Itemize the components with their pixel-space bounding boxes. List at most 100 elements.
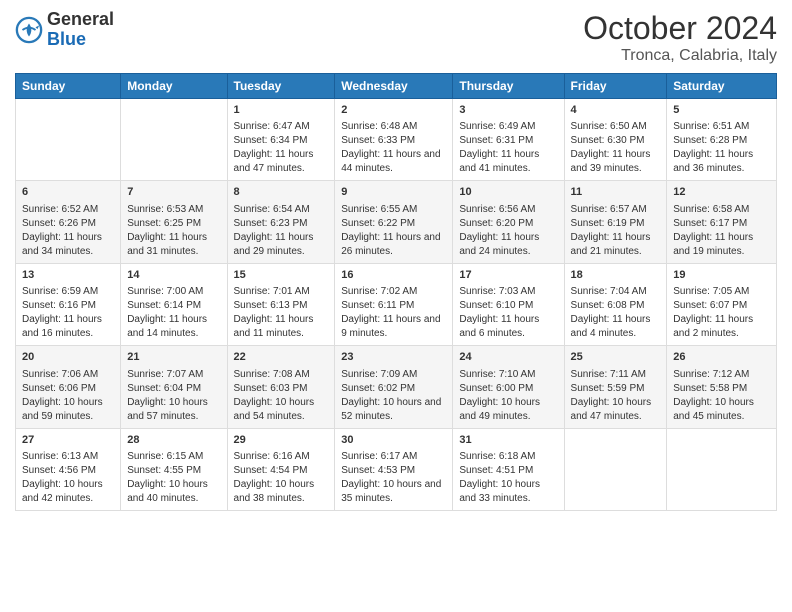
day-number: 30 xyxy=(341,433,446,448)
day-info: Sunrise: 7:04 AM Sunset: 6:08 PM Dayligh… xyxy=(571,285,661,341)
logo: General Blue xyxy=(15,10,114,50)
calendar-cell: 16 Sunrise: 7:02 AM Sunset: 6:11 PM Dayli… xyxy=(335,263,453,345)
day-number: 31 xyxy=(459,433,557,448)
calendar-cell: 22 Sunrise: 7:08 AM Sunset: 6:03 PM Dayli… xyxy=(227,346,335,428)
calendar-cell: 23 Sunrise: 7:09 AM Sunset: 6:02 PM Dayli… xyxy=(335,346,453,428)
calendar-cell: 18 Sunrise: 7:04 AM Sunset: 6:08 PM Dayli… xyxy=(564,263,667,345)
day-number: 1 xyxy=(234,103,329,118)
calendar-cell: 10 Sunrise: 6:56 AM Sunset: 6:20 PM Dayli… xyxy=(453,181,564,263)
logo-text: General Blue xyxy=(47,10,114,50)
day-info: Sunrise: 7:10 AM Sunset: 6:00 PM Dayligh… xyxy=(459,368,557,424)
calendar-table: Sunday Monday Tuesday Wednesday Thursday… xyxy=(15,73,777,511)
day-info: Sunrise: 6:51 AM Sunset: 6:28 PM Dayligh… xyxy=(673,120,770,176)
th-thursday: Thursday xyxy=(453,74,564,99)
day-number: 6 xyxy=(22,185,114,200)
day-number: 14 xyxy=(127,268,220,283)
day-info: Sunrise: 6:13 AM Sunset: 4:56 PM Dayligh… xyxy=(22,450,114,506)
day-number: 3 xyxy=(459,103,557,118)
day-number: 26 xyxy=(673,350,770,365)
day-info: Sunrise: 7:08 AM Sunset: 6:03 PM Dayligh… xyxy=(234,368,329,424)
calendar-cell: 1Sunrise: 6:47 AM Sunset: 6:34 PM Daylig… xyxy=(227,99,335,181)
day-info: Sunrise: 6:17 AM Sunset: 4:53 PM Dayligh… xyxy=(341,450,446,506)
day-number: 28 xyxy=(127,433,220,448)
calendar-cell: 31Sunrise: 6:18 AM Sunset: 4:51 PM Dayli… xyxy=(453,428,564,510)
day-info: Sunrise: 6:50 AM Sunset: 6:30 PM Dayligh… xyxy=(571,120,661,176)
day-number: 17 xyxy=(459,268,557,283)
calendar-cell: 28 Sunrise: 6:15 AM Sunset: 4:55 PM Dayli… xyxy=(121,428,227,510)
logo-icon xyxy=(15,16,43,44)
day-info: Sunrise: 6:59 AM Sunset: 6:16 PM Dayligh… xyxy=(22,285,114,341)
day-number: 21 xyxy=(127,350,220,365)
calendar-cell: 7Sunrise: 6:53 AM Sunset: 6:25 PM Daylig… xyxy=(121,181,227,263)
day-info: Sunrise: 6:52 AM Sunset: 6:26 PM Dayligh… xyxy=(22,203,114,259)
calendar-cell: 19 Sunrise: 7:05 AM Sunset: 6:07 PM Dayli… xyxy=(667,263,777,345)
day-number: 13 xyxy=(22,268,114,283)
calendar-cell: 14Sunrise: 7:00 AM Sunset: 6:14 PM Dayli… xyxy=(121,263,227,345)
day-info: Sunrise: 6:56 AM Sunset: 6:20 PM Dayligh… xyxy=(459,203,557,259)
calendar-cell: 21 Sunrise: 7:07 AM Sunset: 6:04 PM Dayli… xyxy=(121,346,227,428)
calendar-cell xyxy=(16,99,121,181)
calendar-cell: 6 Sunrise: 6:52 AM Sunset: 6:26 PM Daylig… xyxy=(16,181,121,263)
logo-blue: Blue xyxy=(47,30,114,50)
calendar-cell: 4 Sunrise: 6:50 AM Sunset: 6:30 PM Daylig… xyxy=(564,99,667,181)
calendar-cell: 27 Sunrise: 6:13 AM Sunset: 4:56 PM Dayli… xyxy=(16,428,121,510)
day-info: Sunrise: 7:11 AM Sunset: 5:59 PM Dayligh… xyxy=(571,368,661,424)
calendar-cell: 24 Sunrise: 7:10 AM Sunset: 6:00 PM Dayli… xyxy=(453,346,564,428)
day-number: 25 xyxy=(571,350,661,365)
calendar-cell: 2Sunrise: 6:48 AM Sunset: 6:33 PM Daylig… xyxy=(335,99,453,181)
week-row-5: 27 Sunrise: 6:13 AM Sunset: 4:56 PM Dayli… xyxy=(16,428,777,510)
day-number: 27 xyxy=(22,433,114,448)
header: General Blue October 2024 Tronca, Calabr… xyxy=(15,10,777,65)
th-monday: Monday xyxy=(121,74,227,99)
th-tuesday: Tuesday xyxy=(227,74,335,99)
day-info: Sunrise: 6:57 AM Sunset: 6:19 PM Dayligh… xyxy=(571,203,661,259)
day-number: 4 xyxy=(571,103,661,118)
week-row-1: 1Sunrise: 6:47 AM Sunset: 6:34 PM Daylig… xyxy=(16,99,777,181)
calendar-title: October 2024 xyxy=(583,10,777,47)
day-number: 23 xyxy=(341,350,446,365)
day-info: Sunrise: 6:54 AM Sunset: 6:23 PM Dayligh… xyxy=(234,203,329,259)
day-info: Sunrise: 7:06 AM Sunset: 6:06 PM Dayligh… xyxy=(22,368,114,424)
th-friday: Friday xyxy=(564,74,667,99)
day-info: Sunrise: 7:09 AM Sunset: 6:02 PM Dayligh… xyxy=(341,368,446,424)
day-info: Sunrise: 6:48 AM Sunset: 6:33 PM Dayligh… xyxy=(341,120,446,176)
day-number: 9 xyxy=(341,185,446,200)
day-number: 16 xyxy=(341,268,446,283)
day-info: Sunrise: 6:15 AM Sunset: 4:55 PM Dayligh… xyxy=(127,450,220,506)
calendar-cell: 5Sunrise: 6:51 AM Sunset: 6:28 PM Daylig… xyxy=(667,99,777,181)
calendar-cell: 20 Sunrise: 7:06 AM Sunset: 6:06 PM Dayli… xyxy=(16,346,121,428)
day-info: Sunrise: 6:16 AM Sunset: 4:54 PM Dayligh… xyxy=(234,450,329,506)
day-info: Sunrise: 6:58 AM Sunset: 6:17 PM Dayligh… xyxy=(673,203,770,259)
day-number: 20 xyxy=(22,350,114,365)
day-number: 22 xyxy=(234,350,329,365)
day-info: Sunrise: 7:07 AM Sunset: 6:04 PM Dayligh… xyxy=(127,368,220,424)
calendar-cell: 29Sunrise: 6:16 AM Sunset: 4:54 PM Dayli… xyxy=(227,428,335,510)
calendar-cell xyxy=(121,99,227,181)
day-info: Sunrise: 7:05 AM Sunset: 6:07 PM Dayligh… xyxy=(673,285,770,341)
calendar-cell: 13 Sunrise: 6:59 AM Sunset: 6:16 PM Dayli… xyxy=(16,263,121,345)
day-number: 24 xyxy=(459,350,557,365)
day-number: 18 xyxy=(571,268,661,283)
day-number: 11 xyxy=(571,185,661,200)
calendar-cell: 15Sunrise: 7:01 AM Sunset: 6:13 PM Dayli… xyxy=(227,263,335,345)
day-number: 8 xyxy=(234,185,329,200)
title-area: October 2024 Tronca, Calabria, Italy xyxy=(583,10,777,65)
calendar-cell: 11 Sunrise: 6:57 AM Sunset: 6:19 PM Dayli… xyxy=(564,181,667,263)
calendar-cell: 3Sunrise: 6:49 AM Sunset: 6:31 PM Daylig… xyxy=(453,99,564,181)
day-number: 19 xyxy=(673,268,770,283)
day-info: Sunrise: 6:55 AM Sunset: 6:22 PM Dayligh… xyxy=(341,203,446,259)
th-saturday: Saturday xyxy=(667,74,777,99)
day-info: Sunrise: 7:12 AM Sunset: 5:58 PM Dayligh… xyxy=(673,368,770,424)
day-info: Sunrise: 7:01 AM Sunset: 6:13 PM Dayligh… xyxy=(234,285,329,341)
week-row-3: 13 Sunrise: 6:59 AM Sunset: 6:16 PM Dayli… xyxy=(16,263,777,345)
th-wednesday: Wednesday xyxy=(335,74,453,99)
day-info: Sunrise: 7:02 AM Sunset: 6:11 PM Dayligh… xyxy=(341,285,446,341)
header-row: Sunday Monday Tuesday Wednesday Thursday… xyxy=(16,74,777,99)
calendar-subtitle: Tronca, Calabria, Italy xyxy=(583,47,777,65)
calendar-body: 1Sunrise: 6:47 AM Sunset: 6:34 PM Daylig… xyxy=(16,99,777,511)
day-info: Sunrise: 6:53 AM Sunset: 6:25 PM Dayligh… xyxy=(127,203,220,259)
day-number: 10 xyxy=(459,185,557,200)
week-row-2: 6 Sunrise: 6:52 AM Sunset: 6:26 PM Daylig… xyxy=(16,181,777,263)
calendar-cell: 8 Sunrise: 6:54 AM Sunset: 6:23 PM Daylig… xyxy=(227,181,335,263)
calendar-header: Sunday Monday Tuesday Wednesday Thursday… xyxy=(16,74,777,99)
